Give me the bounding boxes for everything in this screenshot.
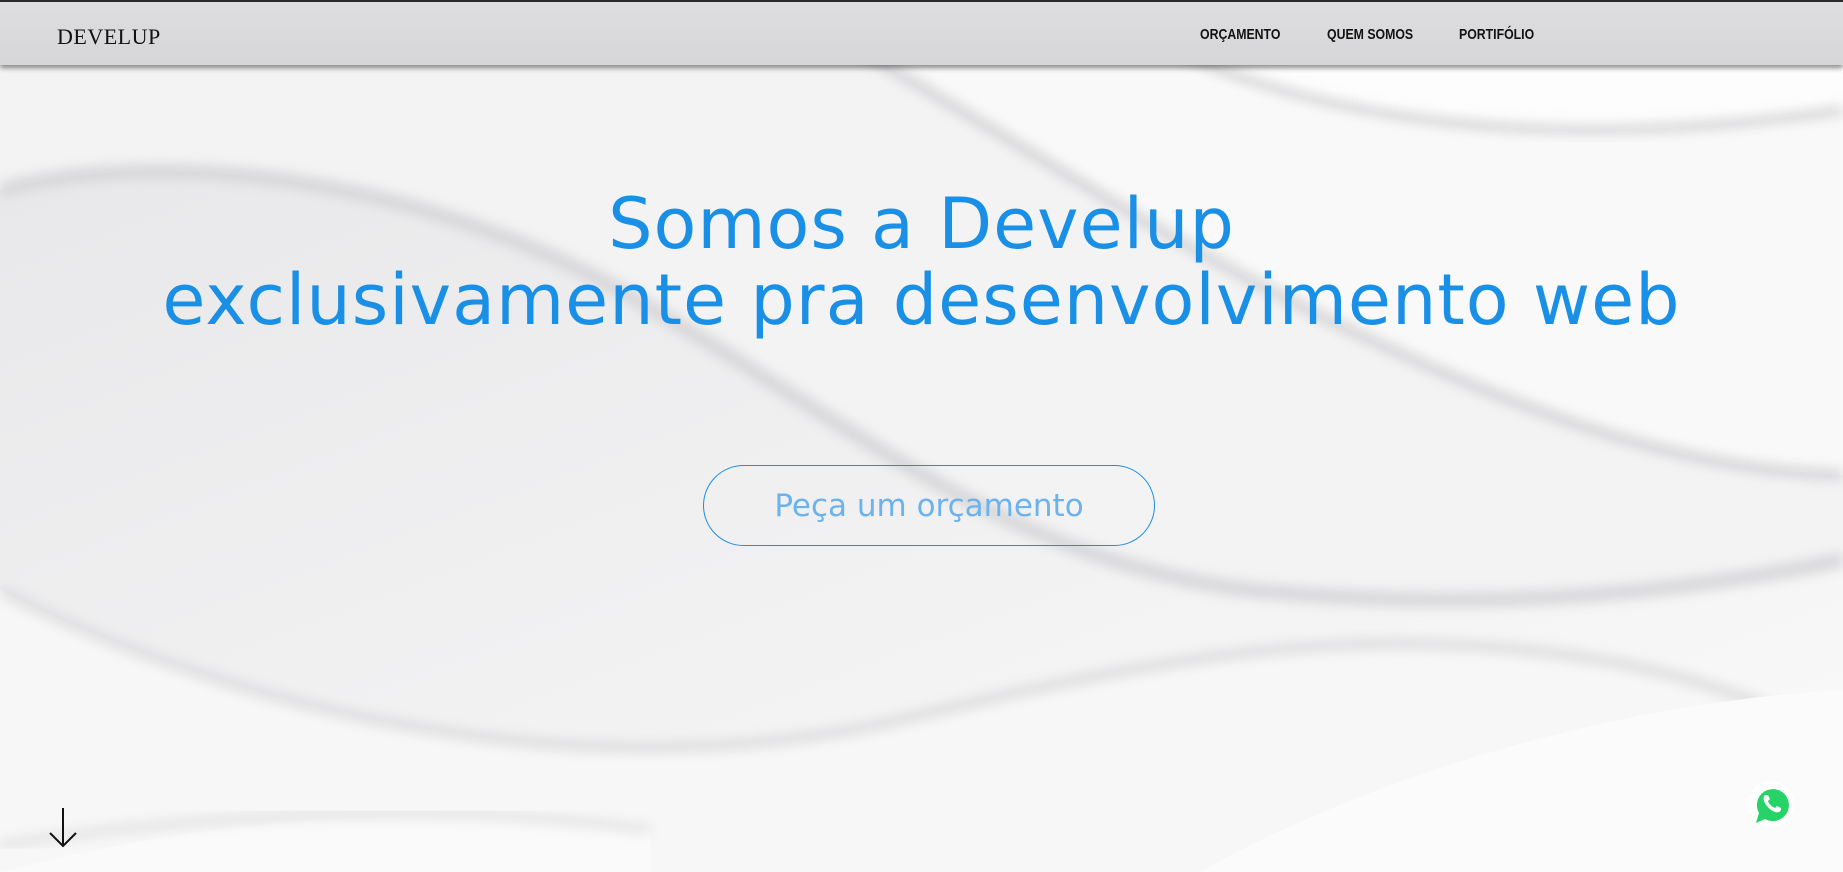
hero-heading: Somos a Develup exclusivamente pra desen…	[0, 186, 1843, 338]
whatsapp-icon[interactable]	[1746, 779, 1796, 829]
hero-title-line-1: Somos a Develup	[608, 183, 1235, 265]
top-navbar: DEVELUP ORÇAMENTO QUEM SOMOS PORTIFÓLIO	[0, 0, 1843, 65]
brand-logo[interactable]: DEVELUP	[57, 24, 161, 50]
request-quote-button[interactable]: Peça um orçamento	[703, 465, 1155, 546]
hero-title-line-2: exclusivamente pra desenvolvimento web	[162, 259, 1681, 341]
nav-link-quem-somos[interactable]: QUEM SOMOS	[1327, 26, 1413, 43]
arrow-down-icon[interactable]	[46, 806, 80, 850]
wave-background	[0, 0, 1843, 872]
nav-link-portifolio[interactable]: PORTIFÓLIO	[1459, 26, 1534, 43]
nav-link-orcamento[interactable]: ORÇAMENTO	[1200, 26, 1280, 43]
landing-page: DEVELUP ORÇAMENTO QUEM SOMOS PORTIFÓLIO …	[0, 0, 1843, 872]
